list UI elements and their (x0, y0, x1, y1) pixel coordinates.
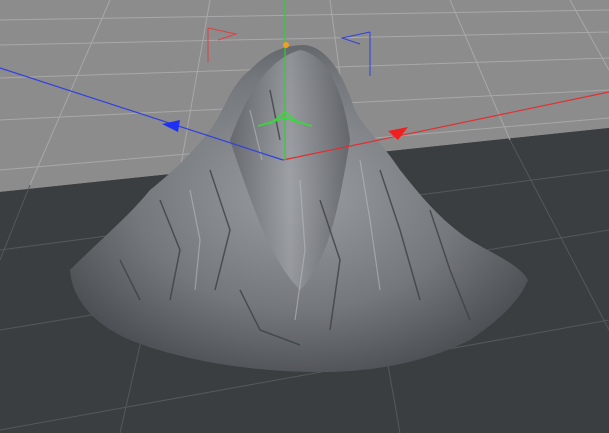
viewport-canvas[interactable] (0, 0, 609, 433)
3d-viewport[interactable] (0, 0, 609, 433)
pivot-handle[interactable] (283, 42, 289, 48)
